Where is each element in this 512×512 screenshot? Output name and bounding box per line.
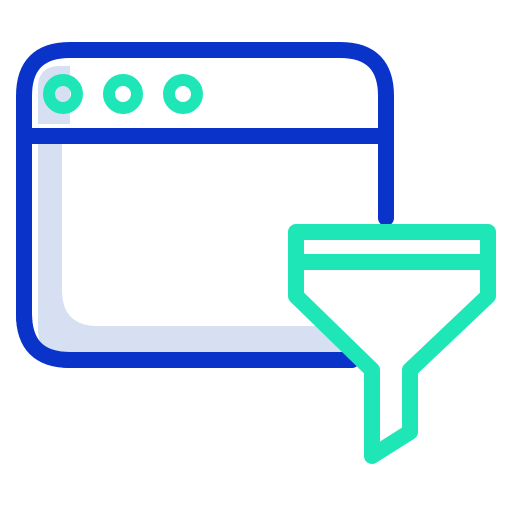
browser-filter-icon	[16, 42, 496, 464]
window-dot-icon	[163, 74, 203, 114]
window-dot-icon	[103, 74, 143, 114]
window-dots-icon	[43, 74, 203, 114]
icon-canvas	[0, 0, 512, 512]
